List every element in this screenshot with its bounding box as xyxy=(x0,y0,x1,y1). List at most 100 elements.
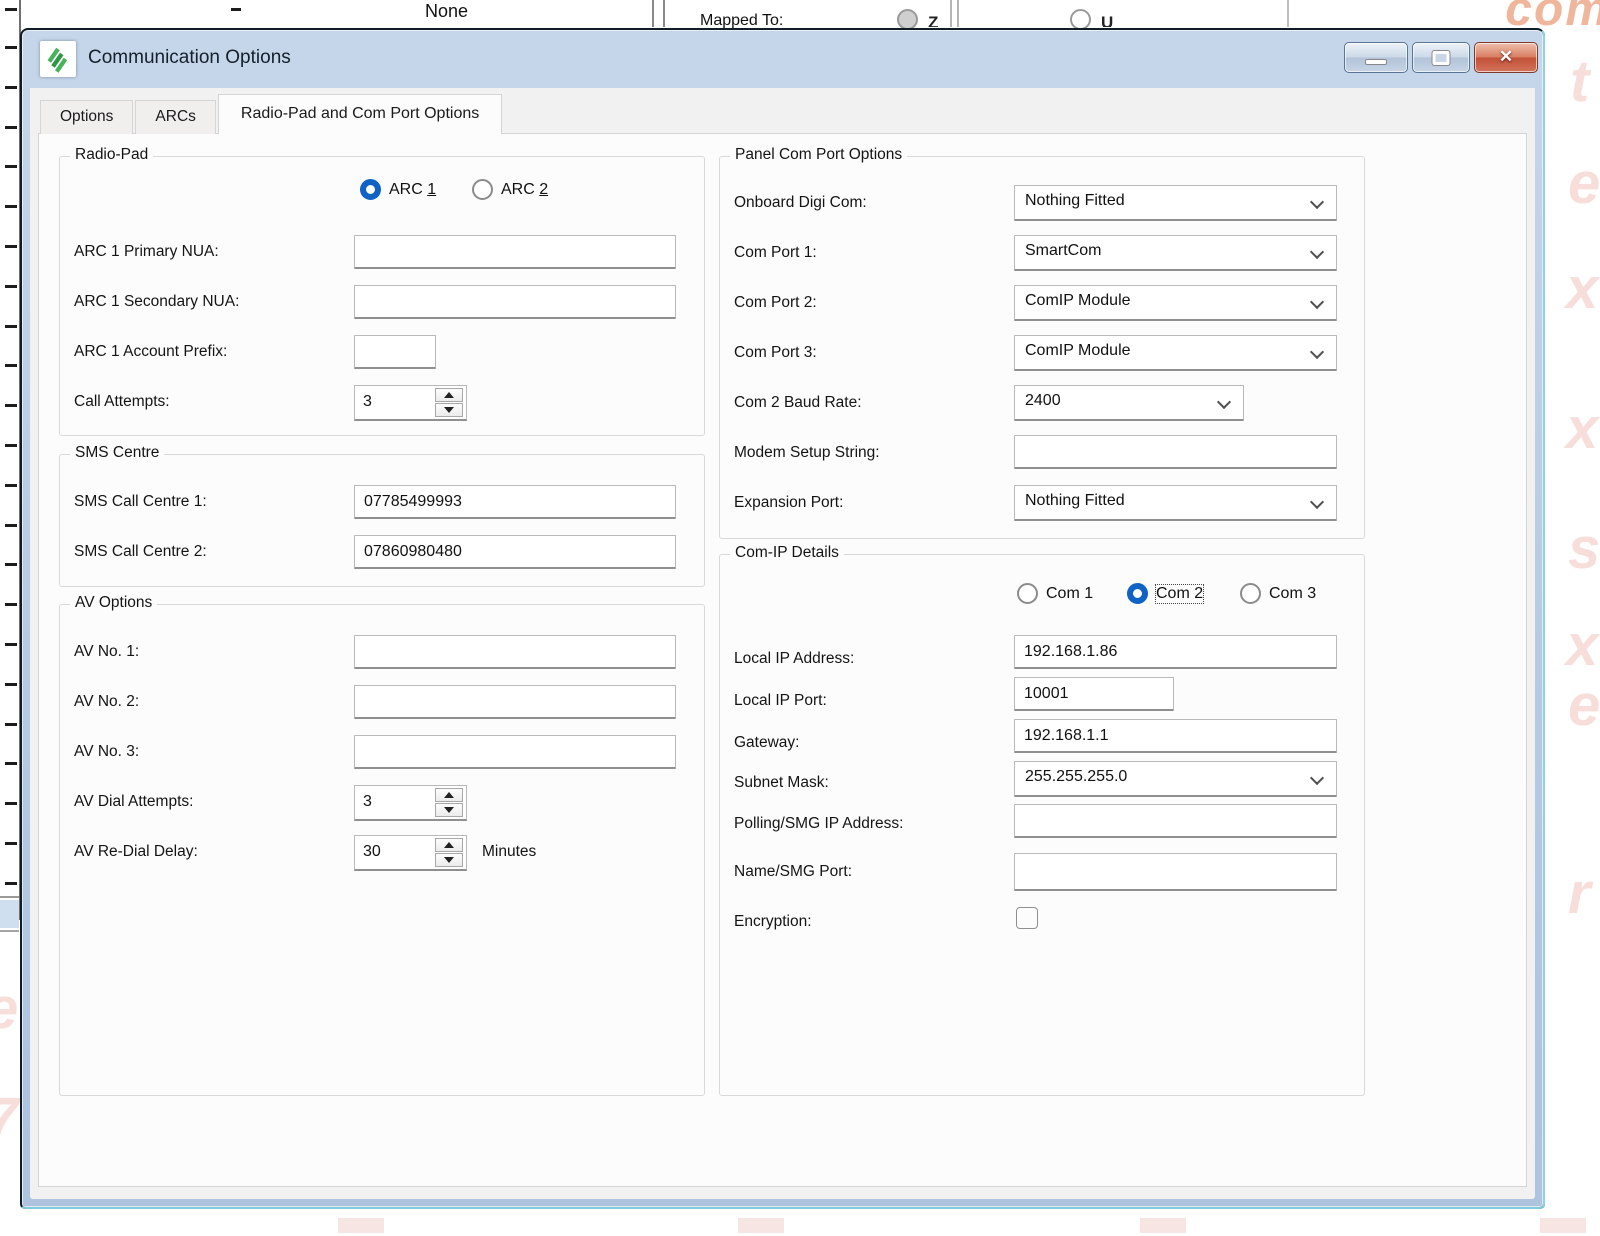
local-ip-port-input[interactable] xyxy=(1014,677,1174,711)
av-redial-delay-spinner[interactable] xyxy=(354,835,467,871)
com3-radio[interactable]: Com 3 xyxy=(1240,583,1316,604)
watermark-fragment xyxy=(1140,1218,1186,1233)
background-grid-dash xyxy=(5,404,17,407)
radio-unselected-icon xyxy=(1017,583,1038,604)
combo-value: 255.255.255.0 xyxy=(1025,768,1127,786)
spinner-down-button[interactable] xyxy=(435,403,463,417)
background-grid-dash xyxy=(5,762,17,765)
call-attempts-input[interactable] xyxy=(355,386,425,418)
arc1-secondary-nua-input[interactable] xyxy=(354,285,676,319)
av-no3-input[interactable] xyxy=(354,735,676,769)
arc2-radio[interactable]: ARC 2 xyxy=(472,179,548,200)
encryption-label: Encryption: xyxy=(734,913,812,931)
gateway-input[interactable] xyxy=(1014,719,1337,753)
modem-setup-string-input[interactable] xyxy=(1014,435,1337,469)
name-smg-port-label: Name/SMG Port: xyxy=(734,863,852,881)
triangle-down-icon xyxy=(444,807,454,813)
sms-centre-group: SMS Centre SMS Call Centre 1: SMS Call C… xyxy=(59,454,705,587)
background-grid-dash xyxy=(5,444,17,447)
spinner-up-button[interactable] xyxy=(435,838,463,852)
sms-centre1-input[interactable] xyxy=(354,485,676,519)
polling-smg-ip-input[interactable] xyxy=(1014,804,1337,838)
com-port3-label: Com Port 3: xyxy=(734,344,817,362)
background-grid-dash xyxy=(5,8,17,11)
com1-radio[interactable]: Com 1 xyxy=(1017,583,1093,604)
minimize-icon xyxy=(1365,59,1387,65)
radio-unselected-icon xyxy=(472,179,493,200)
background-grid-dash xyxy=(5,643,17,646)
tab-options[interactable]: Options xyxy=(40,100,133,134)
chevron-down-icon xyxy=(1310,245,1324,259)
combo-value: ComIP Module xyxy=(1025,292,1131,310)
chevron-down-icon xyxy=(1310,771,1324,785)
com2-radio-label: Com 2 xyxy=(1156,585,1203,603)
av-no2-input[interactable] xyxy=(354,685,676,719)
tab-radio-pad-com-port[interactable]: Radio-Pad and Com Port Options xyxy=(218,94,502,135)
group-title: AV Options xyxy=(70,594,157,612)
modem-setup-string-label: Modem Setup String: xyxy=(734,444,880,462)
background-radio xyxy=(1070,9,1091,30)
triangle-down-icon xyxy=(444,857,454,863)
arc1-radio[interactable]: ARC 1 xyxy=(360,179,436,200)
encryption-checkbox[interactable] xyxy=(1016,907,1038,929)
spinner-down-button[interactable] xyxy=(435,803,463,817)
call-attempts-spinner[interactable] xyxy=(354,385,467,421)
av-options-group: AV Options AV No. 1: AV No. 2: AV No. 3:… xyxy=(59,604,705,1096)
maximize-button[interactable] xyxy=(1412,42,1470,73)
tab-panel: Radio-Pad ARC 1 ARC 2 ARC 1 Primary NUA:… xyxy=(38,133,1527,1187)
background-window-frame xyxy=(0,900,19,928)
sms-centre1-label: SMS Call Centre 1: xyxy=(74,493,207,511)
titlebar[interactable]: Communication Options ✕ xyxy=(22,30,1543,88)
background-grid-dash xyxy=(5,683,17,686)
screen: None Mapped To: Z U com t e x x s x e r … xyxy=(0,0,1600,1236)
arc1-radio-label: ARC 1 xyxy=(389,181,436,199)
combo-value: SmartCom xyxy=(1025,242,1101,260)
sms-centre2-input[interactable] xyxy=(354,535,676,569)
av-dial-attempts-input[interactable] xyxy=(355,786,425,818)
combo-value: Nothing Fitted xyxy=(1025,492,1125,510)
background-window-border xyxy=(0,896,19,898)
com-port1-select[interactable]: SmartCom xyxy=(1014,235,1337,271)
group-title: Com-IP Details xyxy=(730,544,844,562)
background-grid-dash xyxy=(5,205,17,208)
close-button[interactable]: ✕ xyxy=(1474,42,1538,73)
radio-unselected-icon xyxy=(1240,583,1261,604)
combo-value: ComIP Module xyxy=(1025,342,1131,360)
app-logo-icon xyxy=(40,41,76,77)
spinner-down-button[interactable] xyxy=(435,853,463,867)
com-port2-select[interactable]: ComIP Module xyxy=(1014,285,1337,321)
background-grid-dash xyxy=(5,325,17,328)
spinner-up-button[interactable] xyxy=(435,788,463,802)
background-grid-dash xyxy=(5,86,17,89)
onboard-digi-com-label: Onboard Digi Com: xyxy=(734,194,867,212)
spinner-up-button[interactable] xyxy=(435,388,463,402)
combo-value: Nothing Fitted xyxy=(1025,192,1125,210)
av-dial-attempts-spinner[interactable] xyxy=(354,785,467,821)
arc1-account-prefix-input[interactable] xyxy=(354,335,436,369)
radio-pad-group: Radio-Pad ARC 1 ARC 2 ARC 1 Primary NUA:… xyxy=(59,156,705,436)
subnet-mask-select[interactable]: 255.255.255.0 xyxy=(1014,761,1337,797)
expansion-port-select[interactable]: Nothing Fitted xyxy=(1014,485,1337,521)
com2-baud-rate-select[interactable]: 2400 xyxy=(1014,385,1244,421)
expansion-port-label: Expansion Port: xyxy=(734,494,843,512)
tab-arcs[interactable]: ARCs xyxy=(135,100,215,134)
name-smg-port-input[interactable] xyxy=(1014,853,1337,891)
background-grid-dash xyxy=(5,245,17,248)
com3-radio-label: Com 3 xyxy=(1269,585,1316,603)
arc1-primary-nua-input[interactable] xyxy=(354,235,676,269)
onboard-digi-com-select[interactable]: Nothing Fitted xyxy=(1014,185,1337,221)
av-no1-input[interactable] xyxy=(354,635,676,669)
av-redial-delay-input[interactable] xyxy=(355,836,425,868)
com-port1-label: Com Port 1: xyxy=(734,244,817,262)
group-title: SMS Centre xyxy=(70,444,164,462)
watermark-fragment xyxy=(338,1218,384,1233)
dialog-body: Options ARCs Radio-Pad and Com Port Opti… xyxy=(30,88,1535,1199)
maximize-icon xyxy=(1433,51,1450,65)
polling-smg-ip-label: Polling/SMG IP Address: xyxy=(734,815,903,833)
background-grid-dash xyxy=(5,802,17,805)
local-ip-address-input[interactable] xyxy=(1014,635,1337,669)
com-port3-select[interactable]: ComIP Module xyxy=(1014,335,1337,371)
minimize-button[interactable] xyxy=(1344,42,1408,73)
background-radio-label: Z xyxy=(928,13,938,27)
com2-radio[interactable]: Com 2 xyxy=(1127,583,1203,604)
